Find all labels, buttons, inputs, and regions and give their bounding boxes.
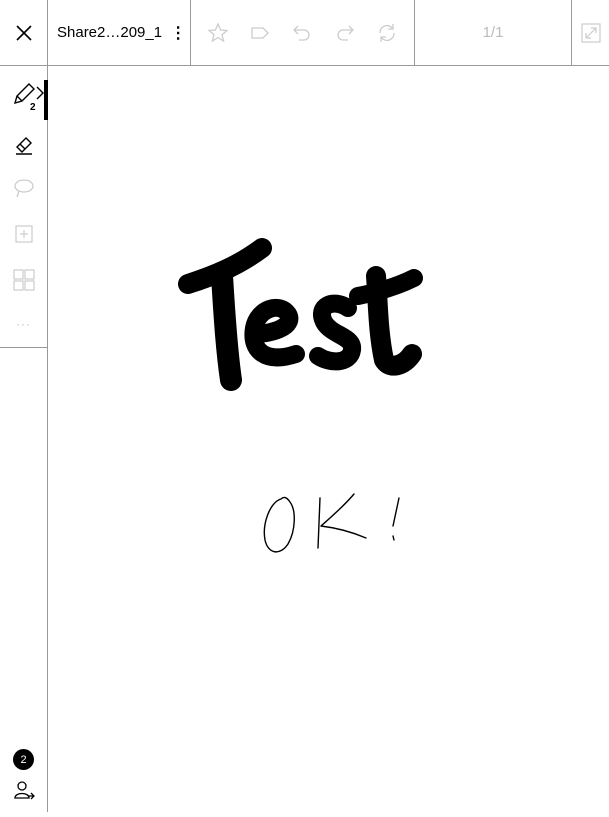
document-title: Share2…209_1	[57, 24, 163, 41]
drawing-canvas[interactable]	[48, 66, 609, 812]
share-user-button[interactable]	[0, 772, 47, 808]
close-icon	[15, 24, 32, 41]
sidebar-divider	[0, 347, 47, 348]
more-tools-button[interactable]: ···	[0, 302, 47, 346]
title-menu-button[interactable]: ⋮	[170, 23, 186, 43]
layout-icon	[12, 269, 35, 291]
eraser-tool-button[interactable]	[0, 122, 47, 166]
add-page-button[interactable]	[0, 212, 47, 256]
tool-group	[191, 0, 415, 65]
chevron-right-icon	[36, 86, 44, 100]
star-icon[interactable]	[206, 21, 230, 45]
handwriting-layer	[178, 238, 423, 553]
layout-button[interactable]	[0, 258, 47, 302]
document-title-cell[interactable]: Share2…209_1 ⋮	[48, 0, 191, 65]
pen-size-badge: 2	[30, 102, 36, 113]
count-badge[interactable]: 2	[13, 749, 34, 770]
page-indicator: 1/1	[482, 24, 504, 41]
handwritten-ok	[263, 493, 400, 553]
pen-tool-button[interactable]: 2	[0, 72, 48, 120]
tag-icon[interactable]	[248, 21, 272, 45]
undo-icon[interactable]	[290, 21, 314, 45]
expand-icon	[580, 22, 601, 43]
eraser-icon	[15, 137, 32, 155]
tool-sidebar: 2 ··· 2	[0, 66, 48, 812]
add-page-icon	[14, 225, 33, 243]
page-indicator-cell[interactable]: 1/1	[415, 0, 572, 65]
close-button[interactable]	[0, 0, 48, 65]
expand-button[interactable]	[572, 0, 609, 65]
top-toolbar: Share2…209_1 ⋮ 1/1	[0, 0, 609, 66]
sync-icon[interactable]	[375, 21, 399, 45]
lasso-tool-button[interactable]	[0, 166, 47, 210]
lasso-icon	[13, 179, 34, 198]
user-share-icon	[13, 781, 35, 800]
handwritten-test	[178, 238, 423, 391]
more-icon: ···	[16, 317, 31, 331]
redo-icon[interactable]	[333, 21, 357, 45]
